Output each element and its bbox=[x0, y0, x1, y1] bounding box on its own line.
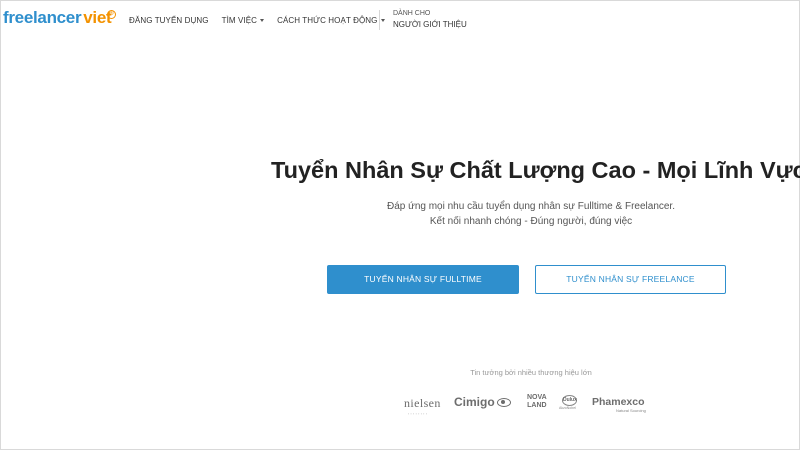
nav-item-post-job[interactable]: ĐĂNG TUYỂN DỤNG bbox=[129, 16, 209, 25]
trusted-by-label: Tin tưởng bởi nhiều thương hiệu lớn bbox=[470, 368, 592, 377]
cimigo-logo-text: Cimigo bbox=[454, 395, 495, 409]
phamexco-logo-text: Phamexco bbox=[592, 396, 645, 408]
caret-down-icon bbox=[260, 18, 265, 22]
phamexco-logo-subtext: Natural Sourcing bbox=[616, 408, 646, 413]
logo-text-freelancer: freelancer bbox=[3, 8, 82, 27]
novaland-logo-line2: LAND bbox=[527, 402, 547, 409]
nielsen-logo: nielsen •••••••• bbox=[404, 396, 441, 416]
referrer-main-label: NGƯỜI GIỚI THIỆU bbox=[393, 20, 467, 29]
dulux-logo: Dulux AkzoNobel bbox=[559, 393, 581, 411]
nav-item-label: ĐĂNG TUYỂN DỤNG bbox=[129, 15, 209, 25]
dulux-logo-text: Dulux bbox=[562, 395, 577, 406]
referrer-small-label: DÀNH CHO bbox=[393, 10, 431, 17]
nielsen-logo-text: nielsen bbox=[404, 396, 441, 410]
hero-title: Tuyển Nhân Sự Chất Lượng Cao - Mọi Lĩnh … bbox=[271, 157, 800, 183]
hire-freelance-button[interactable]: TUYỂN NHÂN SỰ FREELANCE bbox=[535, 265, 726, 294]
hero-subtitle-line1: Đáp ứng mọi nhu cầu tuyển dụng nhân sự F… bbox=[387, 201, 675, 212]
novaland-logo: NOVA LAND bbox=[527, 394, 547, 410]
novaland-logo-line1: NOVA bbox=[527, 394, 547, 401]
nav-item-label: TÌM VIỆC bbox=[221, 15, 258, 25]
nav-item-label: CÁCH THỨC HOẠT ĐỘNG bbox=[277, 15, 378, 25]
hire-fulltime-button[interactable]: TUYỂN NHÂN SỰ FULLTIME bbox=[327, 265, 519, 294]
nav-item-referrer[interactable]: DÀNH CHO NGƯỜI GIỚI THIỆU bbox=[393, 9, 467, 31]
cimigo-logo: Cimigo bbox=[454, 395, 511, 409]
nav-item-find-job[interactable]: TÌM VIỆC bbox=[221, 15, 265, 25]
registered-icon: ® bbox=[107, 10, 116, 19]
phamexco-logo: Phamexco Natural Sourcing bbox=[592, 396, 646, 413]
nav-divider bbox=[379, 10, 380, 30]
hero-subtitle-line2: Kết nối nhanh chóng - Đúng người, đúng v… bbox=[429, 216, 633, 227]
page-frame: freelancer viet ® ĐĂNG TUYỂN DỤNG TÌM VIỆ… bbox=[0, 0, 800, 450]
main-nav: ĐĂNG TUYỂN DỤNG TÌM VIỆC CÁCH THỨC HOẠT … bbox=[129, 13, 398, 27]
hero-subtitle: Đáp ứng mọi nhu cầu tuyển dụng nhân sự F… bbox=[331, 199, 731, 229]
dulux-logo-subtext: AkzoNobel bbox=[559, 406, 576, 410]
nav-item-how-it-works[interactable]: CÁCH THỨC HOẠT ĐỘNG bbox=[277, 15, 385, 25]
caret-down-icon bbox=[380, 18, 385, 22]
cimigo-eye-icon bbox=[496, 397, 511, 407]
freelancerviet-logo[interactable]: freelancer viet ® bbox=[3, 4, 116, 34]
nielsen-logo-dots: •••••••• bbox=[408, 412, 429, 416]
